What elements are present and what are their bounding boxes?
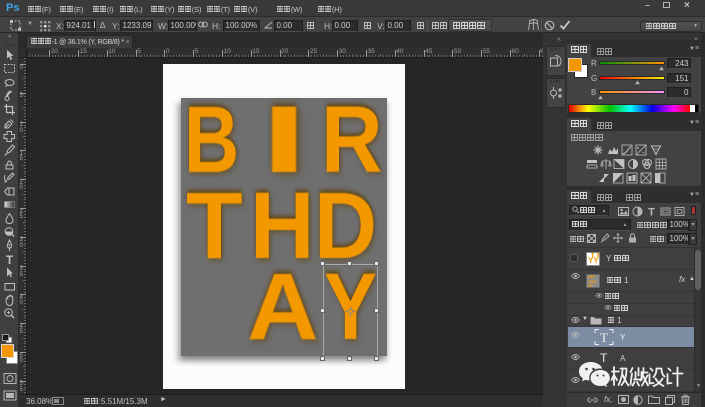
svg-text:T: T: [648, 207, 655, 218]
svg-text:T: T: [6, 253, 14, 266]
svg-text:T: T: [600, 330, 608, 345]
